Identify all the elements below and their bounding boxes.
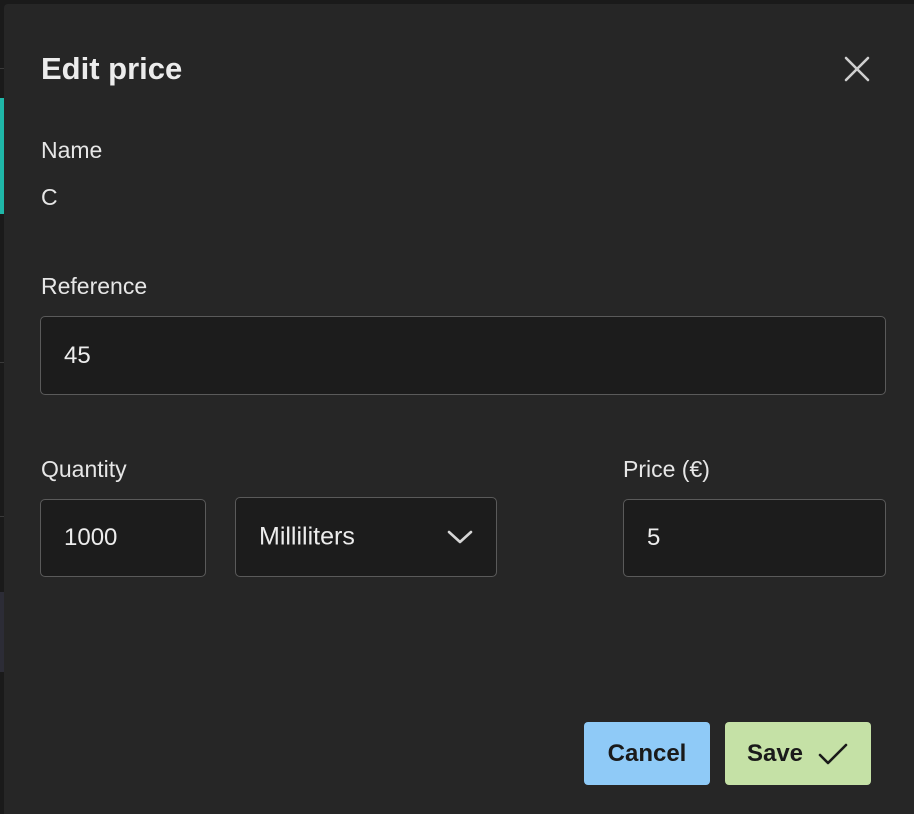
reference-input[interactable]	[40, 316, 886, 395]
name-label: Name	[41, 137, 103, 163]
name-value: C	[41, 184, 58, 210]
edit-price-dialog: Edit price Name C Reference Quantity Mil…	[4, 4, 914, 814]
dialog-title: Edit price	[41, 51, 183, 86]
cancel-button-label: Cancel	[607, 739, 687, 767]
chevron-down-icon	[447, 530, 473, 544]
close-icon	[844, 56, 870, 82]
unit-select[interactable]: Milliliters	[235, 497, 497, 577]
reference-label: Reference	[41, 273, 148, 299]
price-label: Price (€)	[623, 456, 710, 482]
cancel-button[interactable]: Cancel	[584, 722, 710, 785]
unit-select-value: Milliliters	[259, 522, 355, 551]
checkmark-icon	[818, 743, 848, 764]
save-button-label: Save	[746, 739, 804, 767]
price-input[interactable]	[623, 499, 886, 577]
quantity-label: Quantity	[41, 456, 127, 482]
close-button[interactable]	[840, 52, 874, 86]
quantity-input[interactable]	[40, 499, 206, 577]
save-button[interactable]: Save	[725, 722, 871, 785]
